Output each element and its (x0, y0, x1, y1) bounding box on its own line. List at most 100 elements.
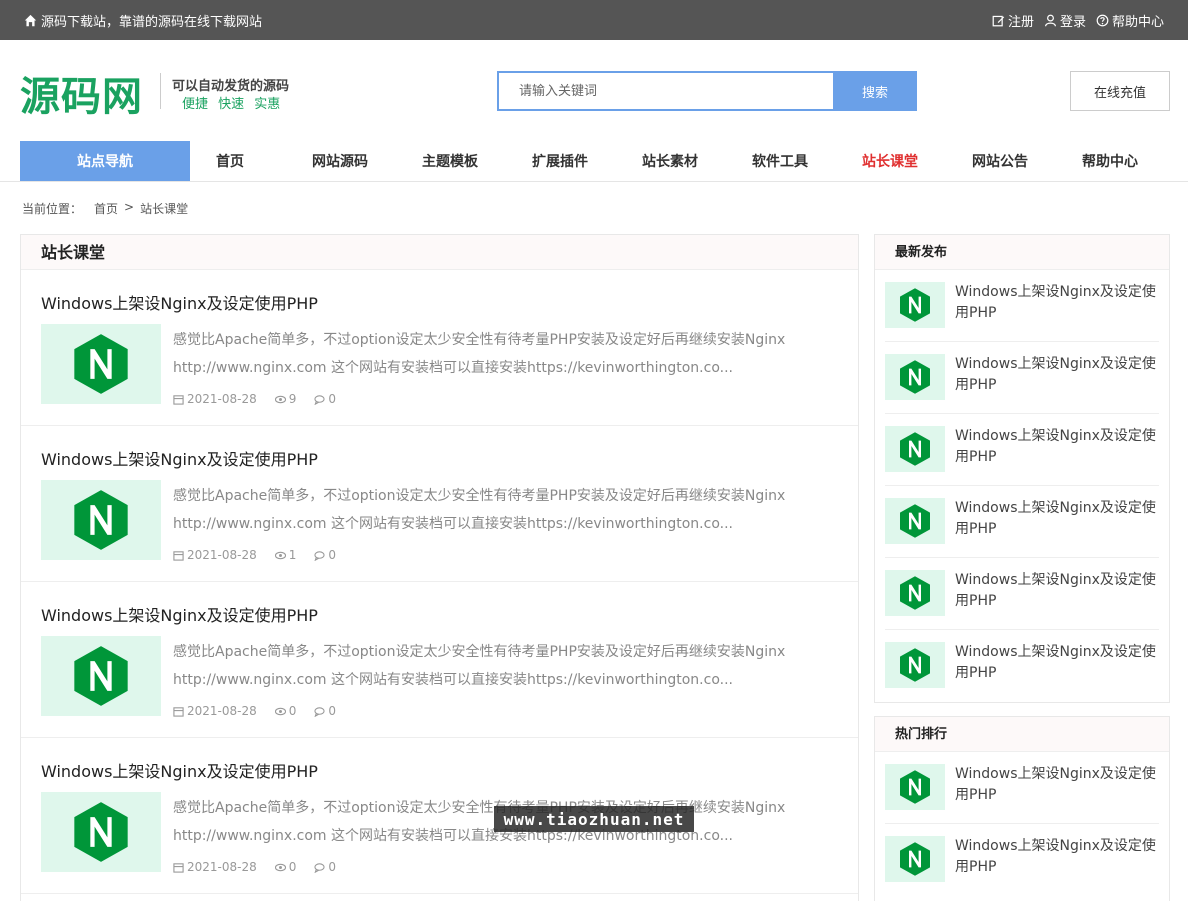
nginx-logo-icon (900, 842, 930, 876)
site-nav-button[interactable]: 站点导航 (20, 141, 190, 181)
side-item-title[interactable]: Windows上架设Nginx及设定使用PHP (955, 836, 1161, 878)
side-thumbnail[interactable] (885, 282, 945, 328)
article-comments-count: 0 (328, 704, 337, 718)
breadcrumb-home[interactable]: 首页 (94, 200, 118, 217)
article-date-text: 2021-08-28 (187, 860, 257, 874)
calendar-icon (173, 862, 184, 873)
nav-item-1[interactable]: 网站源码 (285, 141, 395, 181)
side-item-title[interactable]: Windows上架设Nginx及设定使用PHP (955, 570, 1161, 612)
register-label: 注册 (1007, 15, 1034, 30)
side-thumbnail[interactable] (885, 642, 945, 688)
side-item-title[interactable]: Windows上架设Nginx及设定使用PHP (955, 354, 1161, 396)
nav-item-7[interactable]: 网站公告 (945, 141, 1055, 181)
nav-item-3[interactable]: 扩展插件 (505, 141, 615, 181)
nav-item-0[interactable]: 首页 (175, 141, 285, 181)
login-link[interactable]: 登录 (1044, 11, 1086, 30)
hot-title: 热门排行 (875, 717, 1169, 752)
article-meta: 2021-08-28 0 0 (173, 860, 336, 874)
side-list-item[interactable]: Windows上架设Nginx及设定使用PHP (885, 486, 1159, 558)
article-thumbnail[interactable] (41, 792, 161, 872)
site-slogan[interactable]: 源码下载站，靠谱的源码在线下载网站 (24, 11, 262, 30)
article-comments: 0 (314, 860, 336, 874)
side-item-title[interactable]: Windows上架设Nginx及设定使用PHP (955, 764, 1161, 806)
article-date-text: 2021-08-28 (187, 704, 257, 718)
breadcrumb-current[interactable]: 站长课堂 (140, 200, 188, 217)
search-input[interactable] (497, 71, 833, 111)
side-thumbnail[interactable] (885, 426, 945, 472)
nginx-logo-icon (74, 490, 128, 550)
article-date: 2021-08-28 (173, 548, 257, 562)
nginx-logo-icon (900, 360, 930, 394)
site-slogan-text: 源码下载站，靠谱的源码在线下载网站 (41, 15, 263, 30)
side-list-item[interactable]: Windows上架设Nginx及设定使用PHP (885, 630, 1159, 702)
help-label: 帮助中心 (1111, 15, 1164, 30)
comment-icon (314, 550, 326, 561)
nginx-logo-icon (900, 576, 930, 610)
article-views: 0 (274, 704, 297, 718)
side-list-item[interactable]: Windows上架设Nginx及设定使用PHP (885, 270, 1159, 342)
nginx-logo-icon (74, 802, 128, 862)
article-date-text: 2021-08-28 (187, 392, 257, 406)
side-list-item[interactable]: Windows上架设Nginx及设定使用PHP (885, 752, 1159, 824)
side-list-item[interactable]: Windows上架设Nginx及设定使用PHP (885, 342, 1159, 414)
nginx-logo-icon (900, 504, 930, 538)
side-item-title[interactable]: Windows上架设Nginx及设定使用PHP (955, 498, 1161, 540)
side-item-title[interactable]: Windows上架设Nginx及设定使用PHP (955, 642, 1161, 684)
search-button[interactable]: 搜索 (833, 71, 917, 111)
nav-item-4[interactable]: 站长素材 (615, 141, 725, 181)
nav-item-5[interactable]: 软件工具 (725, 141, 835, 181)
side-list-item[interactable]: Windows上架设Nginx及设定使用PHP (885, 824, 1159, 896)
article-thumbnail[interactable] (41, 636, 161, 716)
article-views-count: 0 (288, 704, 297, 718)
comment-icon (314, 394, 326, 405)
article-excerpt: 感觉比Apache简单多，不过option设定太少安全性有待考量PHP安装及设定… (173, 488, 786, 532)
article-comments-count: 0 (328, 860, 337, 874)
side-thumbnail[interactable] (885, 570, 945, 616)
side-list-item[interactable]: Windows上架设Nginx及设定使用PHP (885, 558, 1159, 630)
help-link[interactable]: 帮助中心 (1096, 11, 1164, 30)
comment-icon (314, 706, 326, 717)
recharge-button[interactable]: 在线充值 (1070, 71, 1170, 111)
nav-item-2[interactable]: 主题模板 (395, 141, 505, 181)
side-list-item[interactable]: Windows上架设Nginx及设定使用PHP (885, 414, 1159, 486)
top-bar: 源码下载站，靠谱的源码在线下载网站 注册 登录 帮助中心 (0, 0, 1188, 40)
nav-item-8[interactable]: 帮助中心 (1055, 141, 1165, 181)
article-title[interactable]: Windows上架设Nginx及设定使用PHP (41, 602, 318, 626)
article-meta: 2021-08-28 0 0 (173, 704, 336, 718)
nginx-logo-icon (900, 648, 930, 682)
site-logo[interactable]: 源码网 (20, 64, 143, 122)
article-views-count: 0 (288, 860, 297, 874)
article-comments-count: 0 (328, 548, 337, 562)
article-excerpt: 感觉比Apache简单多，不过option设定太少安全性有待考量PHP安装及设定… (173, 644, 786, 688)
article-title[interactable]: Windows上架设Nginx及设定使用PHP (41, 758, 318, 782)
nginx-logo-icon (74, 646, 128, 706)
login-label: 登录 (1059, 15, 1086, 30)
article-title[interactable]: Windows上架设Nginx及设定使用PHP (41, 290, 318, 314)
article-views: 9 (274, 392, 296, 406)
article-row: Windows上架设Nginx及设定使用PHP 感觉比Apache简单多，不过op… (21, 426, 858, 582)
side-thumbnail[interactable] (885, 764, 945, 810)
nginx-logo-icon (900, 432, 930, 466)
article-thumbnail[interactable] (41, 480, 161, 560)
side-thumbnail[interactable] (885, 836, 945, 882)
article-meta: 2021-08-28 9 0 (173, 392, 336, 406)
side-item-title[interactable]: Windows上架设Nginx及设定使用PHP (955, 282, 1161, 324)
nginx-logo-icon (900, 288, 930, 322)
register-link[interactable]: 注册 (992, 11, 1034, 30)
side-thumbnail[interactable] (885, 354, 945, 400)
article-row: Windows上架设Nginx及设定使用PHP 感觉比Apache简单多，不过op… (21, 582, 858, 738)
article-comments-count: 0 (328, 392, 337, 406)
article-title[interactable]: Windows上架设Nginx及设定使用PHP (41, 446, 318, 470)
logo-slogan-line2: 便捷 快速 实惠 (182, 97, 281, 112)
article-date: 2021-08-28 (173, 704, 257, 718)
article-thumbnail[interactable] (41, 324, 161, 404)
comment-icon (314, 862, 326, 873)
calendar-icon (173, 394, 184, 405)
side-thumbnail[interactable] (885, 498, 945, 544)
hot-panel: 热门排行 Windows上架设Nginx及设定使用PHP Windows上架设Ng… (874, 716, 1170, 901)
side-item-title[interactable]: Windows上架设Nginx及设定使用PHP (955, 426, 1161, 468)
calendar-icon (173, 550, 184, 561)
nav-item-6[interactable]: 站长课堂 (835, 141, 945, 181)
logo-slogan-line1: 可以自动发货的源码 (172, 79, 290, 94)
calendar-icon (173, 706, 184, 717)
